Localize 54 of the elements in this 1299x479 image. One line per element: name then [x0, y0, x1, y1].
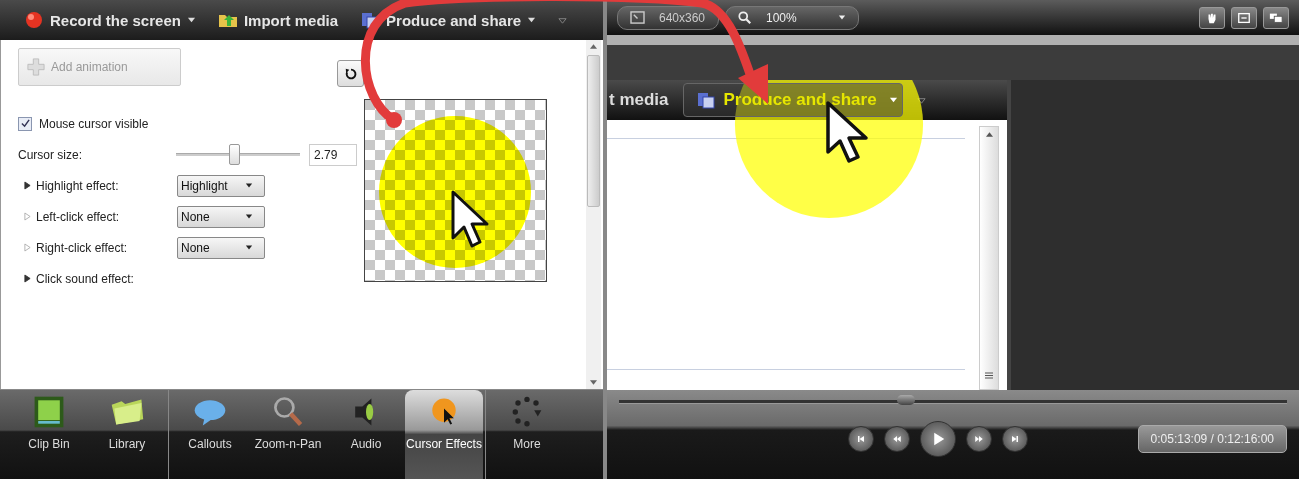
size-input[interactable]: 2.79: [309, 143, 357, 166]
toolbar-button[interactable]: Record the screen: [24, 10, 196, 30]
zoom-dropdown[interactable]: 100%: [725, 5, 859, 30]
overflow-icon: [916, 95, 926, 105]
dimensions-display: 640x360: [617, 5, 719, 30]
caret-icon: [838, 14, 846, 21]
player-button[interactable]: [883, 426, 910, 452]
tab[interactable]: Library: [88, 390, 166, 479]
playhead[interactable]: [897, 395, 916, 405]
scroll-up-icon[interactable]: [590, 44, 597, 49]
fast-forward-icon: [972, 433, 985, 445]
overflow-icon: [558, 15, 568, 25]
checkbox[interactable]: [18, 116, 32, 131]
plus-icon: [27, 58, 45, 76]
toolbar-button[interactable]: [1199, 6, 1225, 29]
player-button[interactable]: [1001, 426, 1028, 452]
caret-icon: [245, 244, 253, 251]
scroll-up-icon: [985, 132, 993, 137]
checkbox-label: Mouse cursor visible: [39, 116, 149, 131]
player-button[interactable]: [965, 426, 992, 452]
tab[interactable]: More: [488, 390, 566, 479]
caret-icon: [245, 182, 253, 189]
dropdown[interactable]: Highlight: [177, 174, 265, 197]
toolbar-label: t media: [609, 90, 669, 110]
checkmark-icon: [20, 119, 30, 128]
reset-icon: [343, 66, 358, 81]
slider-thumb[interactable]: [229, 144, 241, 165]
scroll-down-icon[interactable]: [590, 380, 597, 385]
toolbar-button[interactable]: Produce and share: [360, 10, 537, 30]
film-stack-icon: [695, 90, 716, 110]
toolbar-button[interactable]: [1231, 6, 1257, 29]
field-label: Highlight effect:: [36, 178, 120, 193]
scrollbar[interactable]: [586, 40, 601, 389]
record-icon: [24, 10, 44, 30]
player-button[interactable]: [847, 426, 874, 452]
search-icon: [738, 10, 752, 25]
player-button[interactable]: [919, 421, 956, 457]
fit-icon: [1237, 10, 1251, 25]
tab[interactable]: Clip Bin: [10, 390, 88, 479]
reset-button[interactable]: [337, 60, 364, 87]
caret-icon: [245, 213, 253, 220]
field-label: Left-click effect:: [36, 209, 121, 224]
tab[interactable]: Cursor Effects: [405, 390, 483, 479]
screen-size-icon: [630, 11, 645, 24]
toolbar-button[interactable]: [1263, 6, 1289, 29]
toolbar-button[interactable]: Import media: [217, 10, 339, 30]
tab[interactable]: Audio: [327, 390, 405, 479]
field-label: Cursor size:: [18, 147, 83, 162]
time-display: 0:05:13:09 / 0:12:16:00: [1137, 425, 1287, 453]
tab[interactable]: Zoom-n-Pan: [249, 390, 327, 479]
tab[interactable]: Callouts: [171, 390, 249, 479]
field-label: Click sound effect:: [36, 271, 135, 286]
grip-icon: [985, 372, 993, 379]
field-label: Right-click effect:: [36, 240, 129, 255]
